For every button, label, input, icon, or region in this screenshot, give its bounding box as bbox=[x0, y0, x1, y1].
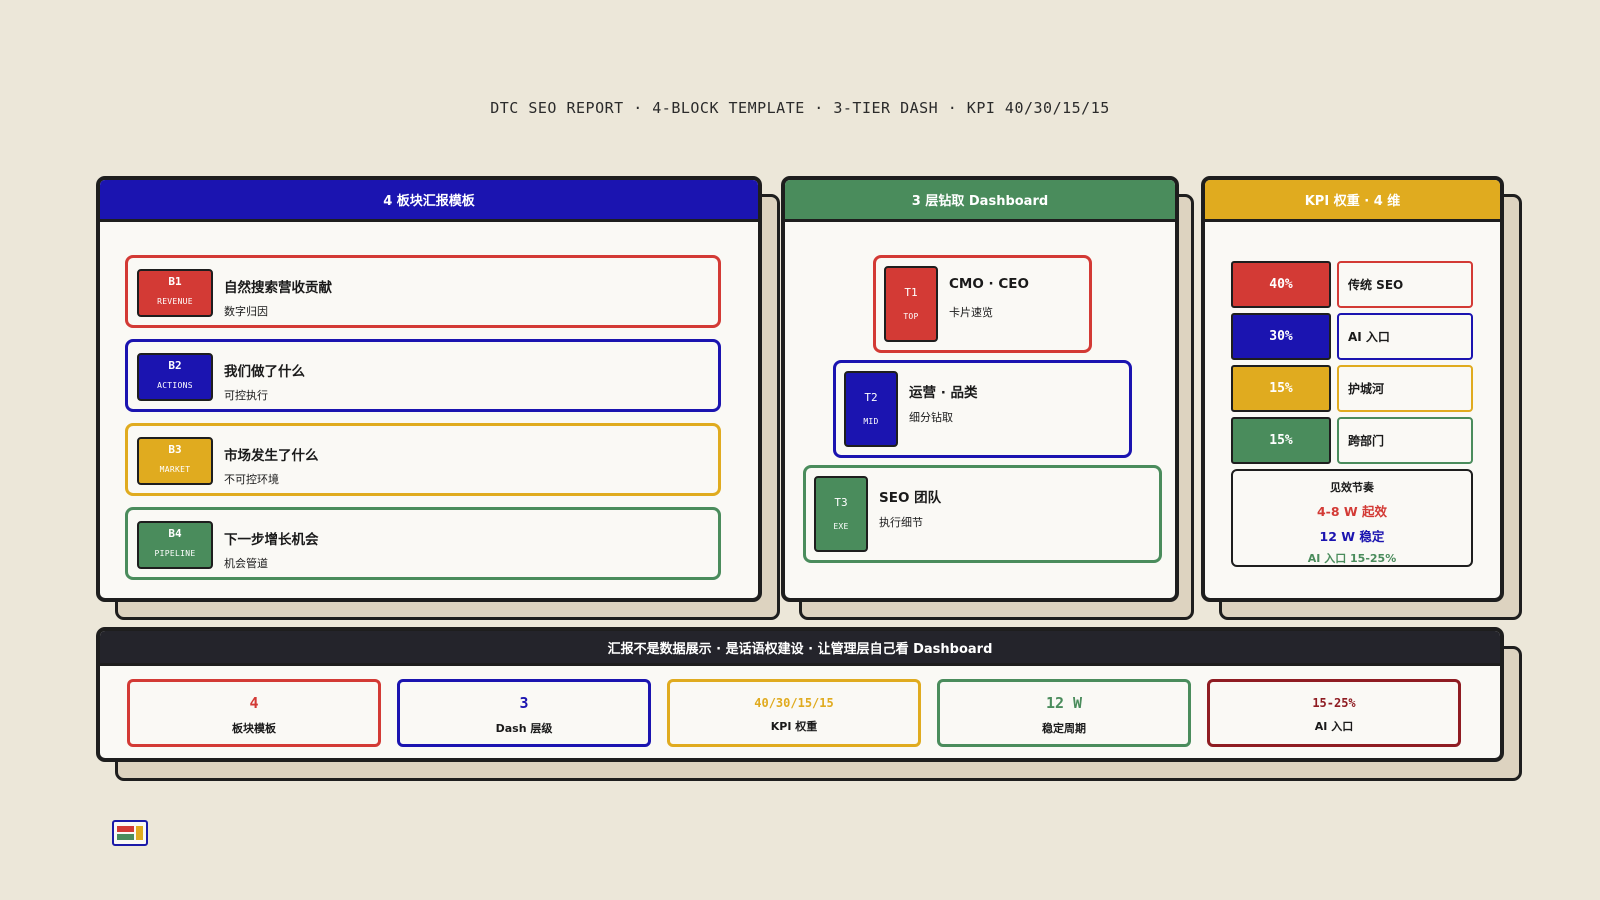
block-title: 市场发生了什么 bbox=[224, 448, 319, 464]
tier-top: T1 TOP CMO · CEO 卡片速览 bbox=[873, 255, 1092, 353]
stat-label: KPI 权重 bbox=[770, 720, 818, 733]
block-row-pipeline: B4 PIPELINE 下一步增长机会 机会管道 bbox=[125, 507, 721, 580]
block-code: B4 bbox=[168, 527, 182, 540]
tier-subtitle: 细分钻取 bbox=[909, 411, 953, 424]
stat-card: 3 Dash 层级 bbox=[397, 679, 651, 747]
block-subtitle: 不可控环境 bbox=[224, 473, 279, 486]
tier-tag: EXE bbox=[833, 522, 849, 531]
block-title: 我们做了什么 bbox=[224, 364, 305, 380]
block-code: B2 bbox=[168, 359, 182, 372]
block-tag: REVENUE bbox=[157, 297, 193, 306]
stat-value: 15-25% bbox=[1312, 696, 1356, 710]
block-badge: B1 REVENUE bbox=[137, 269, 213, 317]
kpi-weight-label: 跨部门 bbox=[1337, 417, 1473, 464]
stat-value: 40/30/15/15 bbox=[754, 696, 834, 710]
stat-label: AI 入口 bbox=[1314, 720, 1354, 733]
tier-title: CMO · CEO bbox=[949, 276, 1029, 292]
block-subtitle: 机会管道 bbox=[224, 557, 268, 570]
block-title: 自然搜索营收贡献 bbox=[224, 280, 332, 296]
stat-value: 12 W bbox=[1045, 694, 1083, 712]
blocks-panel-header: 4 板块汇报模板 bbox=[100, 180, 758, 222]
block-subtitle: 数字归因 bbox=[224, 305, 268, 318]
block-code: B3 bbox=[168, 443, 182, 456]
block-title: 下一步增长机会 bbox=[224, 532, 319, 548]
tier-exe: T3 EXE SEO 团队 执行细节 bbox=[803, 465, 1162, 563]
kpi-weight-value: 15% bbox=[1231, 365, 1331, 412]
tier-badge: T2 MID bbox=[844, 371, 898, 447]
block-row-actions: B2 ACTIONS 我们做了什么 可控执行 bbox=[125, 339, 721, 412]
block-code: B1 bbox=[168, 275, 182, 288]
block-row-revenue: B1 REVENUE 自然搜索营收贡献 数字归因 bbox=[125, 255, 721, 328]
rhythm-title: 见效节奏 bbox=[1330, 481, 1374, 494]
tier-badge: T3 EXE bbox=[814, 476, 868, 552]
kpi-weight-label: 护城河 bbox=[1337, 365, 1473, 412]
kpi-weight-label: 传统 SEO bbox=[1337, 261, 1473, 308]
block-row-market: B3 MARKET 市场发生了什么 不可控环境 bbox=[125, 423, 721, 496]
tier-subtitle: 卡片速览 bbox=[949, 306, 993, 319]
block-badge: B2 ACTIONS bbox=[137, 353, 213, 401]
logo-icon bbox=[112, 820, 148, 846]
block-badge: B3 MARKET bbox=[137, 437, 213, 485]
rhythm-line-stable: 12 W 稳定 bbox=[1319, 529, 1385, 544]
kpi-panel-header: KPI 权重 · 4 维 bbox=[1205, 180, 1500, 222]
block-tag: ACTIONS bbox=[157, 381, 193, 390]
stat-card: 15-25% AI 入口 bbox=[1207, 679, 1461, 747]
stat-card: 40/30/15/15 KPI 权重 bbox=[667, 679, 921, 747]
tier-code: T1 bbox=[904, 286, 918, 299]
stat-label: 板块模板 bbox=[232, 722, 276, 735]
report-title: DTC SEO REPORT · 4-BLOCK TEMPLATE · 3-TI… bbox=[490, 99, 1110, 117]
tier-subtitle: 执行细节 bbox=[879, 516, 923, 529]
kpi-weight-value: 40% bbox=[1231, 261, 1331, 308]
stat-value: 4 bbox=[249, 694, 259, 712]
tier-mid: T2 MID 运营 · 品类 细分钻取 bbox=[833, 360, 1132, 458]
tier-code: T3 bbox=[834, 496, 848, 509]
block-tag: MARKET bbox=[159, 465, 191, 474]
tier-title: SEO 团队 bbox=[879, 490, 942, 506]
kpi-weight-value: 15% bbox=[1231, 417, 1331, 464]
rhythm-line-start: 4-8 W 起效 bbox=[1316, 504, 1388, 519]
kpi-weight-label: AI 入口 bbox=[1337, 313, 1473, 360]
stat-label: 稳定周期 bbox=[1042, 722, 1086, 735]
stat-label: Dash 层级 bbox=[495, 722, 553, 735]
stat-card: 4 板块模板 bbox=[127, 679, 381, 747]
tier-title: 运营 · 品类 bbox=[909, 385, 978, 401]
tier-code: T2 bbox=[864, 391, 878, 404]
block-subtitle: 可控执行 bbox=[224, 389, 268, 402]
tier-badge: T1 TOP bbox=[884, 266, 938, 342]
block-tag: PIPELINE bbox=[154, 549, 196, 558]
tier-tag: MID bbox=[863, 417, 879, 426]
rhythm-line-ai: AI 入口 15-25% bbox=[1307, 552, 1397, 565]
rhythm-card: 见效节奏 4-8 W 起效 12 W 稳定 AI 入口 15-25% bbox=[1231, 469, 1473, 567]
stat-card: 12 W 稳定周期 bbox=[937, 679, 1191, 747]
stat-value: 3 bbox=[519, 694, 529, 712]
tier-tag: TOP bbox=[903, 312, 919, 321]
kpi-weight-value: 30% bbox=[1231, 313, 1331, 360]
summary-header: 汇报不是数据展示 · 是话语权建设 · 让管理层自己看 Dashboard bbox=[100, 631, 1500, 666]
dashboard-panel-header: 3 层钻取 Dashboard bbox=[785, 180, 1175, 222]
block-badge: B4 PIPELINE bbox=[137, 521, 213, 569]
